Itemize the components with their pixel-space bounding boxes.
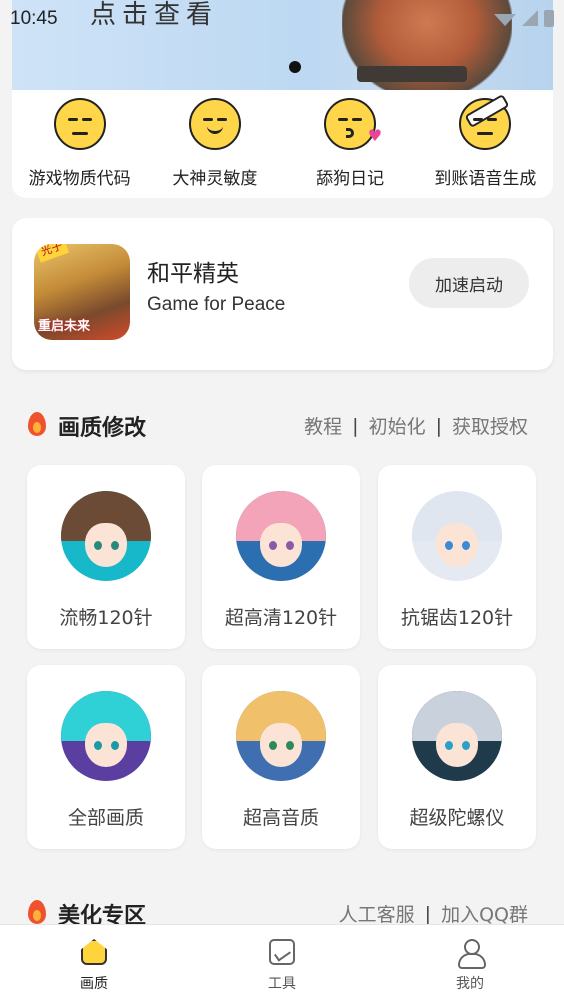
user-icon	[457, 939, 486, 969]
character-avatar	[236, 491, 326, 581]
nav-label: 我的	[456, 976, 484, 992]
tile-label: 超级陀螺仪	[409, 807, 505, 829]
game-logo-tag: 光子	[34, 244, 70, 263]
character-avatar	[61, 691, 151, 781]
nav-tab-mine[interactable]: 我的	[376, 925, 564, 1004]
character-avatar	[236, 691, 326, 781]
status-time: 10:45	[10, 8, 58, 29]
quick-tool-game-code[interactable]: 游戏物质代码	[12, 90, 147, 198]
quick-tool-voice[interactable]: 到账语音生成	[418, 90, 553, 198]
mod-tile-gyroscope[interactable]: 超级陀螺仪	[378, 665, 536, 849]
mod-tile-smooth[interactable]: 流畅120针	[27, 465, 185, 649]
get-license-link[interactable]: 获取授权	[452, 412, 528, 439]
neutral-face-icon	[53, 98, 106, 150]
section-title: 画质修改	[58, 416, 147, 441]
wifi-icon	[494, 14, 516, 26]
link-separator: |	[435, 414, 442, 437]
status-icons	[494, 10, 554, 27]
kissing-face-icon: ♥	[324, 98, 382, 150]
banner-text: 点击查看	[90, 0, 219, 30]
banner-character-belt	[357, 66, 467, 82]
customer-service-link[interactable]: 人工客服	[339, 900, 415, 927]
battery-icon	[544, 10, 554, 27]
character-avatar	[61, 491, 151, 581]
flame-icon	[28, 412, 46, 436]
top-banner[interactable]: 点击查看	[12, 0, 553, 90]
quick-tool-diary[interactable]: ♥ 舔狗日记	[283, 90, 418, 198]
reset-link[interactable]: 初始化	[369, 412, 426, 439]
join-qq-group-link[interactable]: 加入QQ群	[441, 900, 528, 927]
game-logo: 光子 重启未来	[34, 244, 130, 340]
home-icon	[81, 939, 107, 965]
nav-label: 工具	[268, 976, 296, 992]
mod-tile-ultra-hd[interactable]: 超高清120针	[202, 465, 360, 649]
quick-tool-label: 舔狗日记	[316, 169, 385, 189]
game-name: 和平精英	[147, 261, 239, 287]
launch-button[interactable]: 加速启动	[409, 258, 529, 308]
quick-tool-label: 到账语音生成	[434, 169, 537, 189]
bandaged-face-icon	[459, 93, 512, 150]
tile-label: 抗锯齿120针	[400, 607, 514, 629]
link-separator: |	[352, 414, 359, 437]
bottom-nav: 画质 工具 我的	[0, 924, 564, 1004]
nav-tab-tools[interactable]: 工具	[188, 925, 376, 1004]
section-links: 人工客服 | 加入QQ群	[339, 900, 528, 927]
game-card: 光子 重启未来 和平精英 Game for Peace 加速启动	[12, 218, 553, 370]
character-avatar	[412, 691, 502, 781]
tutorial-link[interactable]: 教程	[304, 412, 342, 439]
game-logo-subtitle: 重启未来	[38, 319, 91, 334]
chart-icon	[269, 939, 295, 965]
flame-icon	[28, 900, 46, 924]
tile-label: 超高清120针	[224, 607, 338, 629]
tile-label: 超高音质	[242, 807, 319, 829]
tile-label: 全部画质	[67, 807, 144, 829]
game-english-name: Game for Peace	[147, 294, 286, 315]
section-links: 教程 | 初始化 | 获取授权	[304, 412, 528, 439]
quick-tool-label: 游戏物质代码	[28, 169, 131, 189]
character-avatar	[412, 491, 502, 581]
signal-icon	[522, 10, 538, 26]
mod-tile-antialias[interactable]: 抗锯齿120针	[378, 465, 536, 649]
link-separator: |	[424, 902, 432, 925]
quick-tool-sensitivity[interactable]: 大神灵敏度	[147, 90, 282, 198]
quick-tool-label: 大神灵敏度	[172, 169, 258, 189]
nav-tab-quality[interactable]: 画质	[0, 925, 188, 1004]
mod-tile-hq-audio[interactable]: 超高音质	[202, 665, 360, 849]
quality-section-header: 画质修改 教程 | 初始化 | 获取授权	[28, 410, 528, 441]
nav-label: 画质	[80, 976, 108, 992]
mod-tile-all-quality[interactable]: 全部画质	[27, 665, 185, 849]
banner-page-indicator[interactable]	[289, 61, 301, 73]
quick-tools-card: 游戏物质代码 大神灵敏度 ♥ 舔狗日记 到账语音生成	[12, 90, 553, 198]
smiling-face-icon	[188, 98, 241, 150]
tile-label: 流畅120针	[59, 607, 153, 629]
